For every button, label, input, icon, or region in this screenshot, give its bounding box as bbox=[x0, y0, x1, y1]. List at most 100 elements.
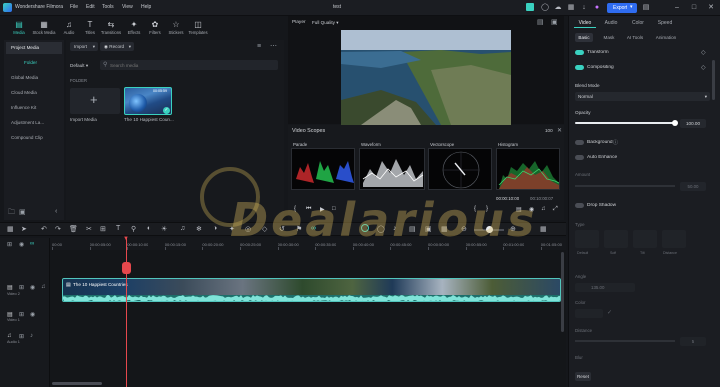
more-icon[interactable]: ⋯ bbox=[270, 42, 277, 50]
keyframe-icon[interactable]: ◇ bbox=[701, 49, 706, 56]
lock-all-icon[interactable]: ◉ bbox=[19, 241, 24, 248]
menu-view[interactable]: View bbox=[122, 4, 133, 10]
shadow-type-default[interactable] bbox=[575, 230, 599, 248]
link-tracks-icon[interactable]: ∞ bbox=[30, 241, 34, 247]
record-dropdown[interactable]: ◉ Record ▾ bbox=[100, 42, 134, 51]
video-preview[interactable] bbox=[341, 30, 511, 125]
search-field[interactable]: ⚲ bbox=[100, 60, 278, 70]
background-toggle[interactable] bbox=[575, 140, 584, 145]
playhead-handle[interactable] bbox=[122, 262, 131, 274]
menu-file[interactable]: File bbox=[70, 4, 78, 10]
tab-color[interactable]: Color bbox=[627, 18, 649, 28]
shadow-type-distance[interactable] bbox=[662, 230, 686, 248]
transform-toggle[interactable] bbox=[575, 50, 584, 55]
import-media-tile[interactable]: + bbox=[70, 88, 120, 114]
opacity-input[interactable]: 100.00 bbox=[680, 119, 706, 128]
tab-audio[interactable]: Audio bbox=[600, 18, 622, 28]
toolbar-stock-media[interactable]: ▦ Stock Media bbox=[31, 20, 57, 38]
close-icon[interactable]: ✕ bbox=[706, 3, 716, 13]
track-lock-icon[interactable]: ⊞ bbox=[19, 333, 24, 340]
subtab-animation[interactable]: Animation bbox=[652, 33, 680, 42]
eyedropper-icon[interactable]: ✓ bbox=[607, 309, 612, 316]
track-lock-icon[interactable]: ⊞ bbox=[19, 284, 24, 291]
select-tool-icon[interactable]: ➤ bbox=[21, 225, 27, 233]
shadow-type-tilt[interactable] bbox=[633, 230, 657, 248]
sort-dropdown[interactable]: Default ▾ bbox=[70, 61, 94, 70]
color-swatch[interactable] bbox=[575, 309, 603, 318]
menu-tools[interactable]: Tools bbox=[102, 4, 114, 10]
minimize-icon[interactable]: – bbox=[672, 3, 682, 13]
folder-icon[interactable]: ▣ bbox=[19, 208, 26, 216]
keyframe-icon[interactable]: ◇ bbox=[701, 64, 706, 71]
expand-icon[interactable]: ⤢ bbox=[553, 206, 558, 213]
maximize-icon[interactable]: □ bbox=[689, 3, 699, 13]
playhead-line[interactable] bbox=[126, 237, 127, 387]
sidebar-item-compound-clip[interactable]: Compound Clip bbox=[6, 132, 62, 144]
redo-icon[interactable]: ↷ bbox=[55, 225, 61, 233]
layout-icon[interactable]: ▤ bbox=[641, 3, 651, 13]
menu-edit[interactable]: Edit bbox=[86, 4, 95, 10]
gift-icon[interactable] bbox=[526, 3, 534, 11]
drop-shadow-toggle[interactable] bbox=[575, 203, 584, 208]
sidebar-item-folder[interactable]: Folder bbox=[6, 57, 62, 69]
fullscreen-icon[interactable]: ▣ bbox=[551, 18, 558, 26]
layout-grid-icon[interactable]: ▦ bbox=[7, 225, 14, 233]
subtab-mask[interactable]: Mask bbox=[600, 33, 618, 42]
timeline-vertical-scrollbar[interactable] bbox=[561, 252, 564, 332]
reset-button[interactable]: Reset bbox=[575, 372, 591, 381]
track-visibility-icon[interactable]: ◉ bbox=[30, 311, 35, 318]
snapshot-icon[interactable]: ▤ bbox=[537, 18, 544, 26]
amount-slider-track[interactable] bbox=[575, 185, 675, 187]
download-icon[interactable]: ↓ bbox=[579, 3, 589, 13]
tab-speed[interactable]: Speed bbox=[654, 18, 676, 28]
grid-view-icon[interactable]: ▦ bbox=[540, 225, 547, 233]
user-avatar-icon[interactable]: ● bbox=[592, 3, 602, 13]
auto-enhance-toggle[interactable] bbox=[575, 155, 584, 160]
collapse-icon[interactable]: ‹ bbox=[55, 208, 57, 215]
angle-input[interactable]: 135.00 bbox=[575, 283, 635, 292]
shadow-type-soft[interactable] bbox=[604, 230, 628, 248]
cloud-icon[interactable]: ☁ bbox=[553, 3, 563, 13]
compositing-toggle[interactable] bbox=[575, 65, 584, 70]
import-dropdown[interactable]: Import ▾ bbox=[70, 42, 98, 51]
speed-icon[interactable]: ◐ bbox=[147, 225, 151, 232]
toolbar-templates[interactable]: ◫ Templates bbox=[185, 20, 211, 38]
amount-input[interactable]: 50.00 bbox=[680, 182, 706, 191]
opacity-slider-thumb[interactable] bbox=[672, 120, 678, 126]
track-mute-icon[interactable]: ♫ bbox=[41, 284, 46, 290]
lightbulb-icon[interactable]: ◯ bbox=[540, 3, 550, 13]
timeline-horizontal-scrollbar[interactable] bbox=[52, 382, 102, 385]
text-icon[interactable]: T bbox=[116, 225, 120, 232]
toolbar-media[interactable]: ▤ Media bbox=[6, 20, 32, 38]
sidebar-item-global-media[interactable]: Global Media bbox=[6, 72, 62, 84]
export-button[interactable]: Export ▾ bbox=[607, 3, 637, 13]
color-wheel-icon[interactable]: ☀ bbox=[161, 225, 167, 233]
split-icon[interactable]: ✂ bbox=[86, 225, 92, 233]
media-clip-thumbnail[interactable]: 00:05:59 ✓ bbox=[124, 87, 172, 115]
subtab-basic[interactable]: Basic bbox=[575, 33, 593, 42]
add-track-icon[interactable]: ⊞ bbox=[7, 241, 12, 248]
properties-scrollbar[interactable] bbox=[712, 60, 715, 100]
video-clip[interactable]: ▤ The 10 Happiest Countries bbox=[62, 278, 561, 302]
grid-icon[interactable]: ▦ bbox=[566, 3, 576, 13]
track-mute-icon[interactable]: ♪ bbox=[30, 333, 33, 339]
distance-input[interactable]: 5 bbox=[680, 337, 706, 346]
player-tab[interactable]: Player bbox=[292, 20, 306, 25]
volume-icon[interactable]: ♫ bbox=[541, 206, 546, 212]
sidebar-item-cloud-media[interactable]: Cloud Media bbox=[6, 87, 62, 99]
filter-icon[interactable]: ≡ bbox=[257, 43, 261, 50]
track-lock-icon[interactable]: ⊞ bbox=[19, 311, 24, 318]
subtab-ai-tools[interactable]: AI Tools bbox=[624, 33, 646, 42]
sidebar-item-influence-kit[interactable]: Influence Kit bbox=[6, 102, 62, 114]
distance-slider-track[interactable] bbox=[575, 340, 675, 342]
delete-icon[interactable]: 🗑 bbox=[69, 225, 78, 233]
blend-mode-select[interactable]: Normal ▾ bbox=[575, 92, 710, 101]
undo-icon[interactable]: ↶ bbox=[41, 225, 47, 233]
zoom-icon[interactable]: ⚲ bbox=[131, 225, 136, 233]
opacity-slider-track[interactable] bbox=[575, 120, 678, 126]
tab-video[interactable]: Video bbox=[574, 18, 596, 28]
menu-help[interactable]: Help bbox=[141, 4, 151, 10]
info-icon[interactable]: ⓘ bbox=[613, 139, 618, 146]
new-folder-icon[interactable]: 🗀 bbox=[8, 208, 15, 219]
audio-detach-icon[interactable]: ♫ bbox=[180, 225, 185, 232]
